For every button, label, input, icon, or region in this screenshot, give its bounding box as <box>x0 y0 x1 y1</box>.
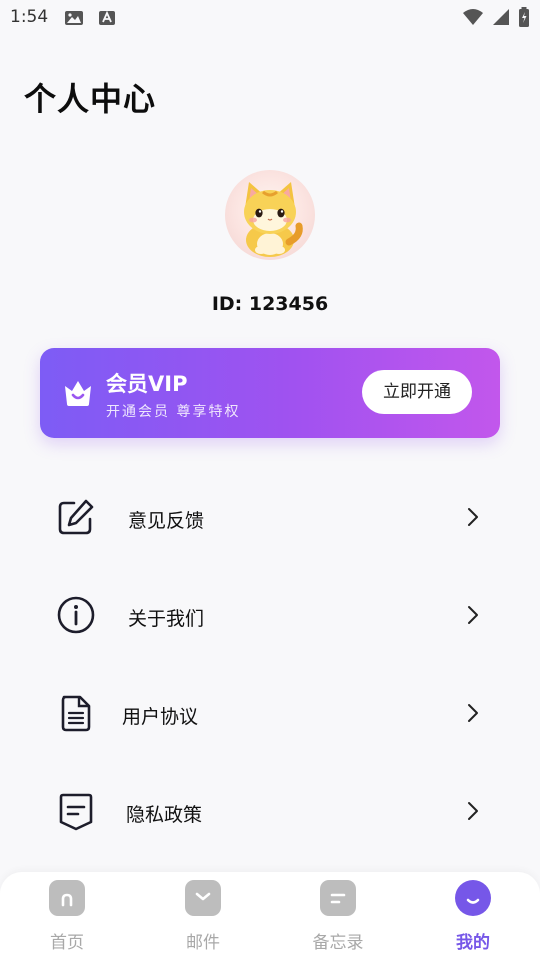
chevron-right-icon <box>466 703 480 727</box>
vip-card[interactable]: 会员VIP 开通会员 尊享特权 立即开通 <box>40 348 500 438</box>
battery-icon <box>518 7 530 31</box>
vip-open-button[interactable]: 立即开通 <box>362 370 472 414</box>
tab-home[interactable]: 首页 <box>17 872 117 960</box>
bottom-nav: 首页 邮件 备忘录 我的 <box>0 872 540 960</box>
chevron-right-icon <box>466 801 480 825</box>
keyboard-a-icon <box>98 10 116 30</box>
cat-avatar-illustration <box>244 182 303 257</box>
vip-subtitle: 开通会员 尊享特权 <box>106 404 241 420</box>
status-time: 1:54 <box>10 7 49 27</box>
tab-label: 首页 <box>50 933 84 953</box>
tab-profile[interactable]: 我的 <box>423 872 523 960</box>
menu-item-label: 意见反馈 <box>128 510 205 532</box>
gallery-icon <box>64 10 84 30</box>
vip-title: 会员VIP <box>106 372 188 396</box>
info-icon <box>56 595 96 635</box>
vip-crown-bag-icon <box>62 377 94 413</box>
menu-item-feedback[interactable]: 意见反馈 <box>40 482 500 552</box>
screen: 1:54 个人中心 ID: 123456 会员VIP 开通会员 尊享特权 立即开… <box>0 0 540 960</box>
menu-item-privacy-policy[interactable]: 隐私政策 <box>40 776 500 846</box>
tab-label: 邮件 <box>186 933 220 953</box>
avatar[interactable] <box>225 170 315 260</box>
edit-icon <box>56 497 96 537</box>
menu-item-label: 关于我们 <box>128 608 205 630</box>
home-icon <box>49 880 85 916</box>
policy-icon <box>56 791 96 831</box>
tab-label: 备忘录 <box>312 933 364 953</box>
document-icon <box>56 693 96 733</box>
mail-icon <box>185 880 221 916</box>
chevron-right-icon <box>466 507 480 531</box>
profile-icon <box>455 880 491 916</box>
user-id: ID: 123456 <box>211 293 329 315</box>
menu-item-user-agreement[interactable]: 用户协议 <box>40 678 500 748</box>
memo-icon <box>320 880 356 916</box>
status-right <box>462 7 530 31</box>
chevron-right-icon <box>466 605 480 629</box>
menu-item-label: 用户协议 <box>122 706 199 728</box>
status-bar: 1:54 <box>0 0 540 36</box>
menu-item-label: 隐私政策 <box>126 804 203 826</box>
cell-signal-icon <box>492 8 510 30</box>
wifi-icon <box>462 8 484 30</box>
tab-mail[interactable]: 邮件 <box>153 872 253 960</box>
tab-memo[interactable]: 备忘录 <box>288 872 388 960</box>
menu-item-about[interactable]: 关于我们 <box>40 580 500 650</box>
tab-label: 我的 <box>456 933 490 953</box>
page-title: 个人中心 <box>24 80 157 118</box>
